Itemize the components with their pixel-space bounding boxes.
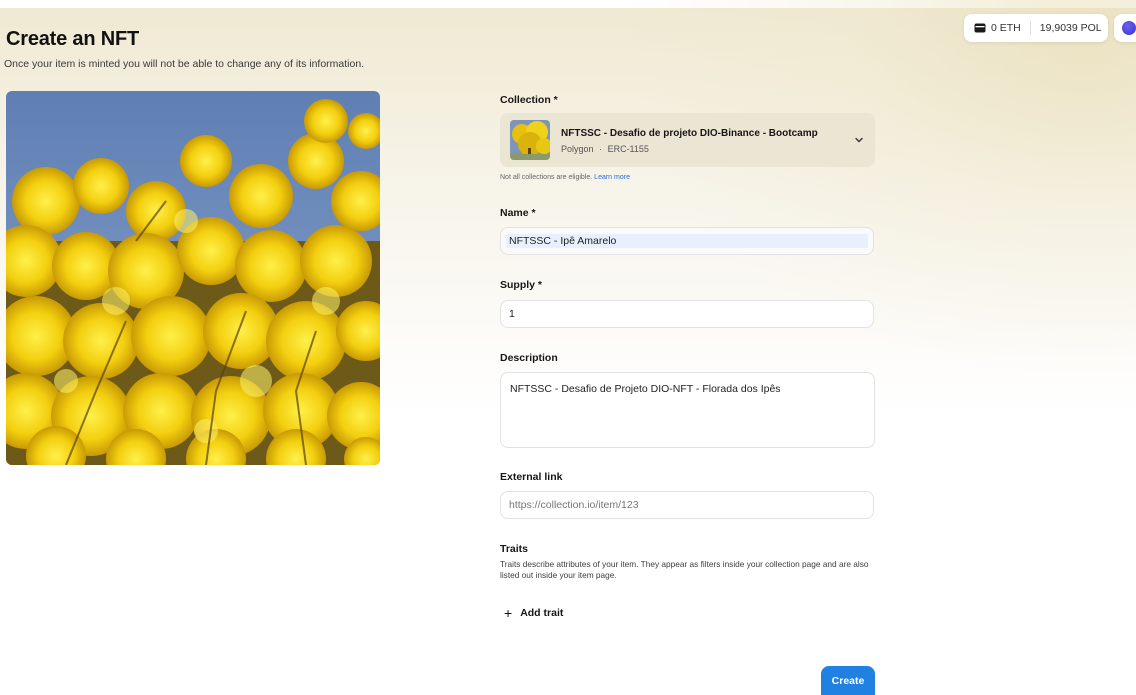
page-subtitle: Once your item is minted you will not be… (4, 58, 365, 70)
profile-button[interactable] (1114, 14, 1136, 42)
traits-description: Traits describe attributes of your item.… (500, 559, 869, 580)
collection-select[interactable]: NFTSSC - Desafio de projeto DIO-Binance … (500, 113, 875, 167)
description-label: Description (500, 352, 558, 364)
collection-name: NFTSSC - Desafio de projeto DIO-Binance … (561, 128, 818, 139)
collection-label: Collection * (500, 94, 558, 106)
add-trait-label: Add trait (520, 607, 564, 619)
wallet-balance-button[interactable]: 0 ETH 19,9039 POL (964, 14, 1108, 42)
supply-label: Supply * (500, 279, 543, 291)
supply-input[interactable] (500, 300, 874, 328)
yellow-ipe-flowers-image (6, 91, 380, 465)
collection-meta-separator: · (599, 144, 603, 154)
add-trait-button[interactable]: + Add trait (504, 603, 563, 623)
name-label: Name * (500, 207, 536, 219)
chevron-down-icon (855, 137, 863, 143)
page-title: Create an NFT (6, 28, 139, 50)
pol-balance: 19,9039 POL (1039, 22, 1102, 34)
balance-divider (1029, 21, 1031, 35)
collection-network: Polygon (561, 144, 594, 154)
collection-eligibility-note: Not all collections are eligible. Learn … (500, 174, 630, 181)
avatar (1122, 21, 1136, 35)
top-strip (0, 0, 1136, 8)
collection-meta: Polygon · ERC-1155 (561, 144, 649, 154)
collection-standard: ERC-1155 (607, 144, 649, 154)
wallet-icon (974, 23, 986, 33)
eligibility-text: Not all collections are eligible. (500, 174, 593, 181)
description-textarea[interactable]: NFTSSC - Desafio de Projeto DIO-NFT - Fl… (500, 372, 875, 448)
traits-label: Traits (500, 543, 529, 555)
name-value: NFTSSC - Ipê Amarelo (509, 235, 617, 247)
nft-image-preview[interactable] (6, 91, 380, 465)
eth-balance: 0 ETH (991, 22, 1021, 34)
collection-thumbnail (510, 120, 550, 160)
create-button[interactable]: Create (821, 666, 875, 695)
external-link-input[interactable] (500, 491, 874, 519)
external-link-label: External link (500, 471, 563, 483)
plus-icon: + (504, 605, 513, 621)
learn-more-link[interactable]: Learn more (594, 174, 630, 181)
